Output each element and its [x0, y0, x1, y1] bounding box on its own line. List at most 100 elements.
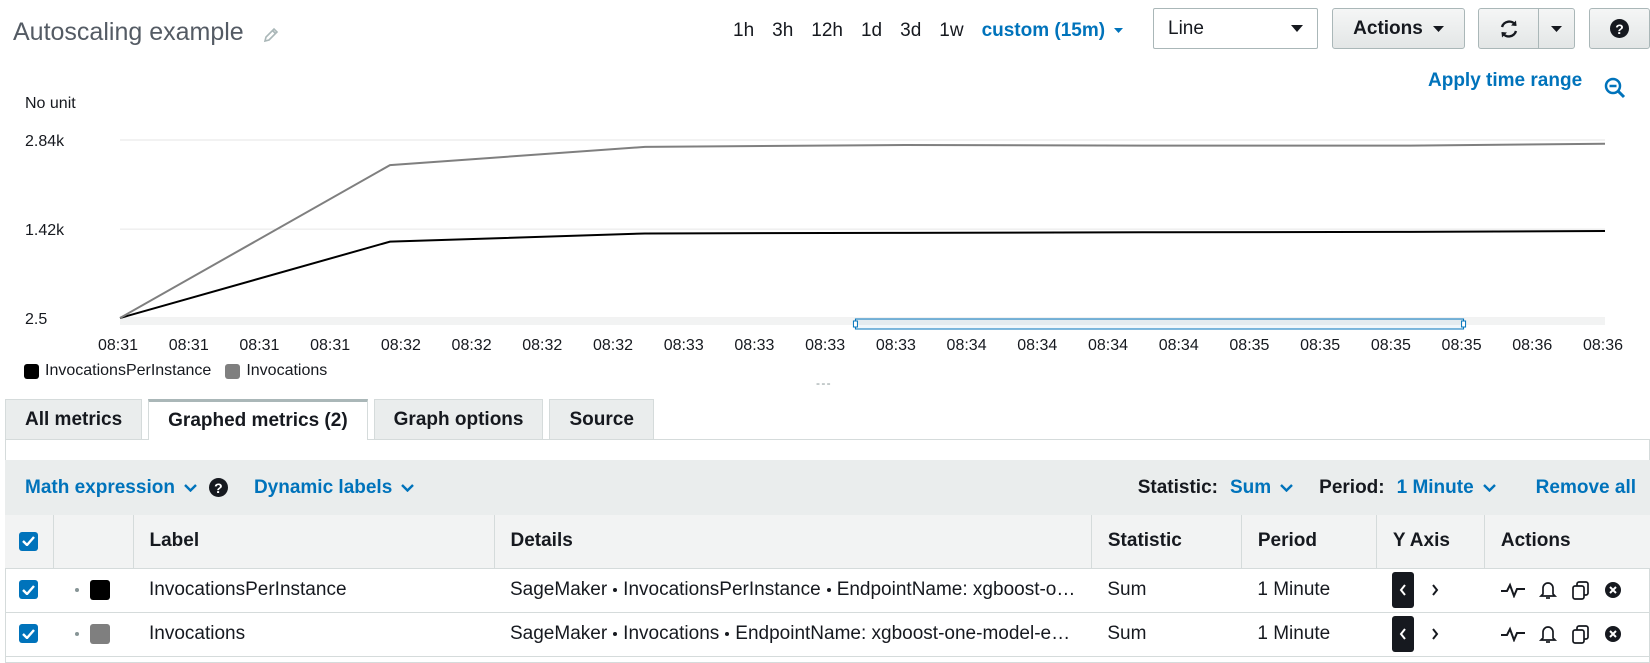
x-tick-label: 08:31 [310, 337, 350, 354]
refresh-options-dropdown[interactable] [1538, 8, 1575, 49]
series-line-invocations[interactable] [119, 142, 1606, 319]
table-header-row: Label Details Statistic Period Y Axis Ac… [5, 515, 1650, 569]
x-tick-label: 08:33 [805, 337, 845, 354]
math-expression-dropdown[interactable]: Math expression [25, 477, 197, 499]
selection-handle-left[interactable] [852, 320, 858, 328]
graph-metric-icon[interactable] [1500, 626, 1526, 642]
row-period[interactable]: 1 Minute [1241, 612, 1377, 657]
tab-all-metrics[interactable]: All metrics [5, 399, 143, 439]
bullet-icon [613, 631, 618, 636]
range-3d[interactable]: 3d [900, 20, 921, 42]
color-swatch[interactable] [90, 623, 111, 644]
time-selection-box[interactable] [854, 318, 1465, 330]
remove-metric-icon[interactable] [1604, 625, 1622, 643]
graph-type-select[interactable]: Line [1153, 8, 1318, 49]
help-button[interactable]: ? [1589, 8, 1650, 49]
tab-source[interactable]: Source [549, 399, 654, 439]
help-icon: ? [1610, 19, 1629, 38]
legend-item[interactable]: InvocationsPerInstance [24, 362, 211, 380]
bell-icon[interactable] [1538, 624, 1558, 644]
statistic-header[interactable]: Statistic [1091, 515, 1242, 569]
details-namespace: SageMaker [510, 579, 608, 600]
x-tick-label: 08:33 [876, 337, 916, 354]
tab-graphed-metrics[interactable]: Graphed metrics (2) [148, 399, 368, 440]
y-axis-right-button[interactable] [1424, 572, 1446, 608]
select-all-header [5, 515, 54, 569]
remove-all-link[interactable]: Remove all [1536, 477, 1636, 499]
table-row: Invocations SageMaker Invocations Endpoint… [5, 612, 1650, 657]
row-details: SageMaker InvocationsPerInstance EndpointN… [494, 568, 1092, 613]
range-1h[interactable]: 1h [733, 20, 754, 42]
pencil-icon[interactable] [262, 26, 280, 49]
y-axis-left-button[interactable] [1392, 572, 1415, 608]
statistic-value: Sum [1229, 476, 1272, 498]
caret-down-icon [1114, 28, 1124, 34]
dot-icon [75, 587, 79, 592]
color-swatch[interactable] [90, 579, 111, 600]
details-header[interactable]: Details [494, 515, 1092, 569]
bullet-icon [725, 631, 730, 636]
row-statistic[interactable]: Sum [1091, 612, 1242, 657]
chart-resize-handle[interactable]: - - - [816, 376, 831, 390]
row-color-cell [53, 568, 133, 613]
range-1w[interactable]: 1w [939, 20, 963, 42]
x-tick-label: 08:31 [169, 337, 209, 354]
period-dropdown[interactable]: 1 Minute [1397, 477, 1496, 499]
row-select-cell [5, 568, 53, 613]
caret-down-icon [1291, 25, 1303, 32]
copy-icon[interactable] [1570, 579, 1592, 601]
row-checkbox[interactable] [19, 580, 38, 600]
period-value: 1 Minute [1396, 476, 1474, 498]
row-details: SageMaker Invocations EndpointName: xgboos… [494, 612, 1092, 657]
row-actions [1484, 612, 1650, 657]
statistic-dropdown[interactable]: Sum [1229, 476, 1294, 499]
apply-time-range-link[interactable]: Apply time range [1428, 70, 1582, 92]
actions-button[interactable]: Actions [1332, 8, 1465, 49]
y-axis-right-button[interactable] [1424, 616, 1446, 652]
row-period[interactable]: 1 Minute [1241, 568, 1377, 613]
help-icon[interactable]: ? [208, 478, 228, 497]
legend-swatch [24, 363, 39, 379]
x-tick-label: 08:31 [98, 337, 138, 354]
legend-item[interactable]: Invocations [225, 362, 327, 380]
details-dimension: EndpointName: xgboost-one-model-e… [735, 623, 1071, 644]
x-tick-label: 08:32 [522, 337, 562, 354]
remove-metric-icon[interactable] [1604, 581, 1622, 599]
range-1d[interactable]: 1d [861, 20, 882, 42]
x-tick-label: 08:33 [664, 337, 704, 354]
graph-type-value: Line [1168, 17, 1204, 39]
select-all-checkbox[interactable] [19, 531, 38, 551]
selection-handle-right[interactable] [1461, 320, 1467, 328]
range-3h[interactable]: 3h [772, 20, 793, 42]
details-metric: InvocationsPerInstance [623, 579, 821, 600]
tab-graph-options[interactable]: Graph options [373, 399, 544, 439]
bell-icon[interactable] [1538, 580, 1558, 600]
series-line-invocations-per-instance[interactable] [119, 229, 1606, 319]
row-label[interactable]: InvocationsPerInstance [133, 568, 494, 613]
x-tick-label: 08:35 [1229, 337, 1269, 354]
copy-icon[interactable] [1570, 623, 1592, 645]
row-label[interactable]: Invocations [133, 612, 494, 657]
custom-range-dropdown[interactable]: custom (15m) [982, 20, 1124, 42]
details-metric: Invocations [623, 623, 720, 644]
caret-down-icon [1551, 25, 1562, 32]
period-header[interactable]: Period [1241, 515, 1377, 569]
legend-label: InvocationsPerInstance [45, 362, 212, 379]
row-statistic[interactable]: Sum [1091, 568, 1242, 613]
graph-metric-icon[interactable] [1500, 582, 1526, 598]
custom-range-label: custom (15m) [981, 20, 1106, 41]
dot-icon [75, 631, 79, 636]
metrics-line-chart[interactable]: 2.84k 1.42k 2.5 08:31 08:31 08:31 08:31 08:32 0… [0, 110, 1650, 360]
zoom-out-icon[interactable] [1603, 76, 1627, 105]
row-checkbox[interactable] [19, 624, 38, 644]
dynamic-labels-dropdown[interactable]: Dynamic labels [254, 477, 415, 499]
row-color-cell [53, 612, 133, 657]
chevron-down-icon [401, 483, 415, 492]
range-12h[interactable]: 12h [811, 20, 843, 42]
refresh-icon [1498, 18, 1520, 40]
y-axis-left-button[interactable] [1392, 616, 1415, 652]
chevron-down-icon [1280, 483, 1294, 492]
refresh-button[interactable] [1478, 8, 1539, 49]
label-header[interactable]: Label [133, 515, 495, 569]
x-tick-label: 08:36 [1512, 337, 1552, 354]
